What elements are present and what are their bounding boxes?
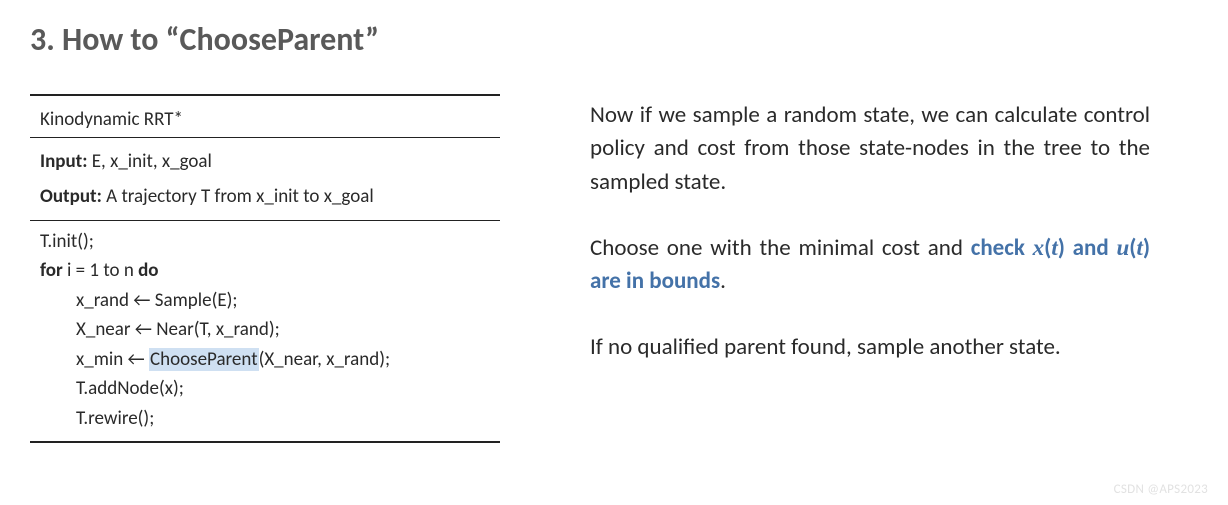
output-text: A trajectory T from x_init to x_goal: [102, 185, 374, 208]
algo-output-row: Output: A trajectory T from x_init to x_…: [30, 179, 500, 220]
kw-do: do: [138, 259, 158, 282]
loop-mid: i = 1 to n: [63, 259, 138, 282]
algo-code: T.init(); for i = 1 to n do x_rand ← Sam…: [30, 221, 500, 441]
algorithm-box: Kinodynamic RRT* Input: E, x_init, x_goa…: [30, 94, 500, 443]
line5-post: (X_near, x_rand);: [259, 348, 391, 371]
algo-bottom-rule: [30, 441, 500, 443]
explanation-column: Now if we sample a random state, we can …: [590, 94, 1150, 443]
p2-u: u: [1116, 235, 1129, 260]
line5-pre: x_min ←: [76, 348, 149, 371]
content-row: Kinodynamic RRT* Input: E, x_init, x_goa…: [30, 94, 1198, 443]
input-text: E, x_init, x_goal: [87, 150, 211, 173]
watermark: CSDN @APS2023: [1114, 482, 1208, 497]
p2-and: and: [1065, 234, 1117, 262]
p2-post: .: [720, 267, 726, 295]
code-line-4: X_near ← Near(T, x_rand);: [40, 315, 500, 344]
code-line-3: x_rand ← Sample(E);: [40, 286, 500, 315]
section-heading: 3. How to “ChooseParent”: [30, 20, 1198, 59]
algo-title: Kinodynamic RRT*: [30, 102, 500, 137]
input-label: Input:: [40, 150, 87, 173]
kw-for: for: [40, 259, 63, 282]
code-line-5: x_min ← ChooseParent(X_near, x_rand);: [40, 345, 500, 374]
p2-pre: Choose one with the minimal cost and: [590, 234, 971, 262]
p2-x: x: [1033, 235, 1045, 260]
p2-pa1b: ): [1058, 234, 1065, 262]
explain-para-3: If no qualified parent found, sample ano…: [590, 331, 1150, 364]
code-line-6: T.addNode(x);: [40, 374, 500, 403]
algo-top-rule: [30, 94, 500, 96]
p2-check: check: [971, 234, 1033, 262]
p2-bounds: are in bounds: [590, 267, 720, 295]
choose-parent-highlight: ChooseParent: [149, 348, 259, 371]
algo-input-row: Input: E, x_init, x_goal: [30, 138, 500, 179]
explain-para-2: Choose one with the minimal cost and che…: [590, 231, 1150, 299]
p2-pa2b: ): [1143, 234, 1150, 262]
code-line-7: T.rewire();: [40, 404, 500, 433]
code-line-2: for i = 1 to n do: [40, 256, 500, 285]
output-label: Output:: [40, 185, 102, 208]
code-line-1: T.init();: [40, 227, 500, 256]
explain-para-1: Now if we sample a random state, we can …: [590, 99, 1150, 199]
